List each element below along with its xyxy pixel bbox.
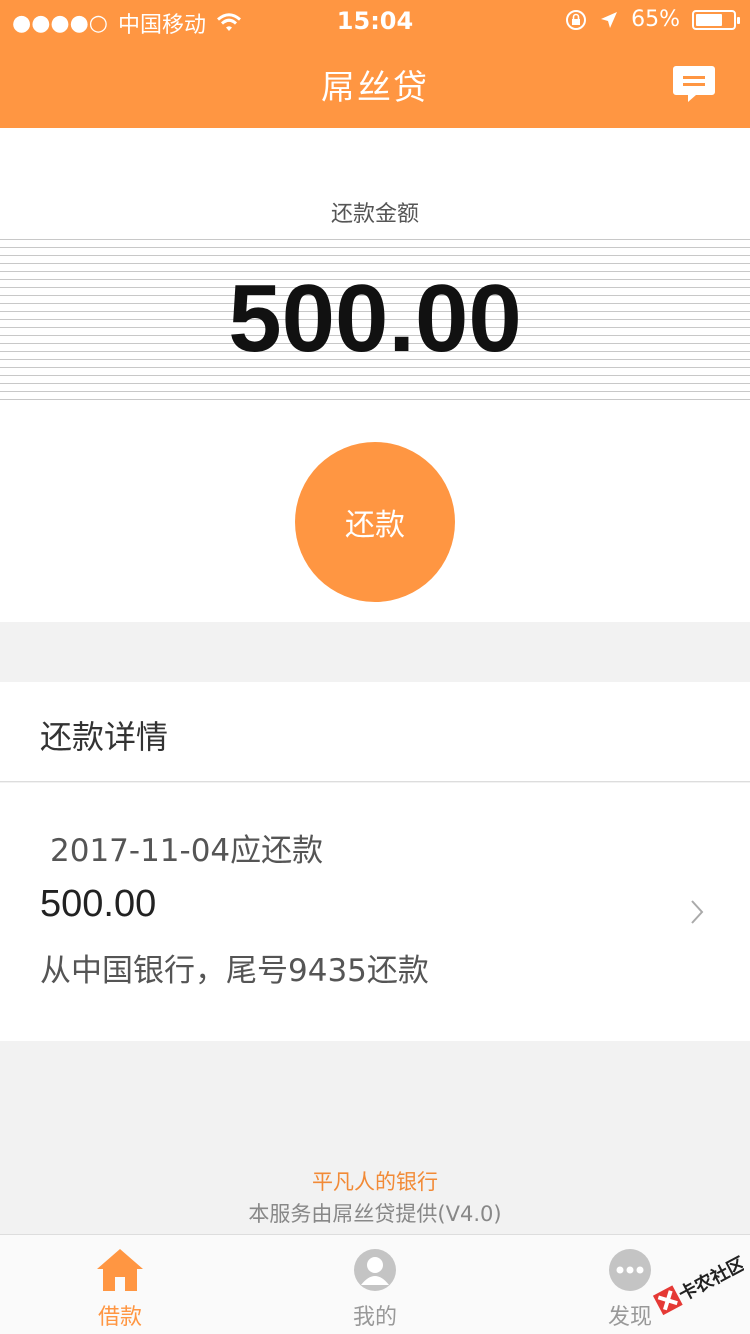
page-title: 屌丝贷: [321, 68, 429, 108]
record-amount: 500.00: [40, 883, 157, 925]
top-bar: ●●●●○ 中国移动 15:04 65% 屌丝贷: [0, 0, 750, 128]
battery-percent: 65%: [631, 7, 680, 32]
tab-mine-label: 我的: [352, 1305, 397, 1330]
footer-slogan: 平凡人的银行: [312, 1170, 438, 1194]
battery-icon: [692, 9, 740, 30]
user-icon: [354, 1249, 396, 1291]
tab-loan-label: 借款: [97, 1305, 142, 1330]
chevron-right-icon: [691, 900, 704, 924]
svg-text:卡农社区: 卡农社区: [675, 1252, 744, 1305]
status-bar: ●●●●○ 中国移动 15:04 65%: [0, 0, 750, 40]
repayment-card: 还款金额 500.00 还款: [0, 128, 750, 622]
repay-button[interactable]: 还款: [295, 442, 455, 602]
home-icon: [97, 1249, 143, 1291]
tab-mine[interactable]: 我的: [315, 1247, 435, 1331]
record-bank-info: 从中国银行，尾号9435还款: [40, 953, 429, 989]
message-icon[interactable]: [672, 64, 716, 104]
location-arrow-icon: [601, 11, 618, 28]
footer-provider: 本服务由屌丝贷提供(V4.0): [248, 1202, 502, 1226]
orientation-lock-icon: [566, 9, 587, 30]
repayment-amount-label: 还款金额: [330, 202, 419, 227]
record-due-date: 2017-11-04应还款: [50, 833, 324, 869]
repayment-amount: 500.00: [228, 265, 522, 372]
repayment-record[interactable]: 2017-11-04应还款 500.00 从中国银行，尾号9435还款: [0, 783, 750, 1041]
tab-loan[interactable]: 借款: [60, 1247, 180, 1331]
repayment-details-header: 还款详情: [0, 682, 750, 782]
watermark-logo: 卡农社区: [652, 1252, 744, 1316]
repayment-details-title: 还款详情: [40, 718, 169, 756]
tab-bar: 借款 我的 发现: [0, 1234, 750, 1334]
